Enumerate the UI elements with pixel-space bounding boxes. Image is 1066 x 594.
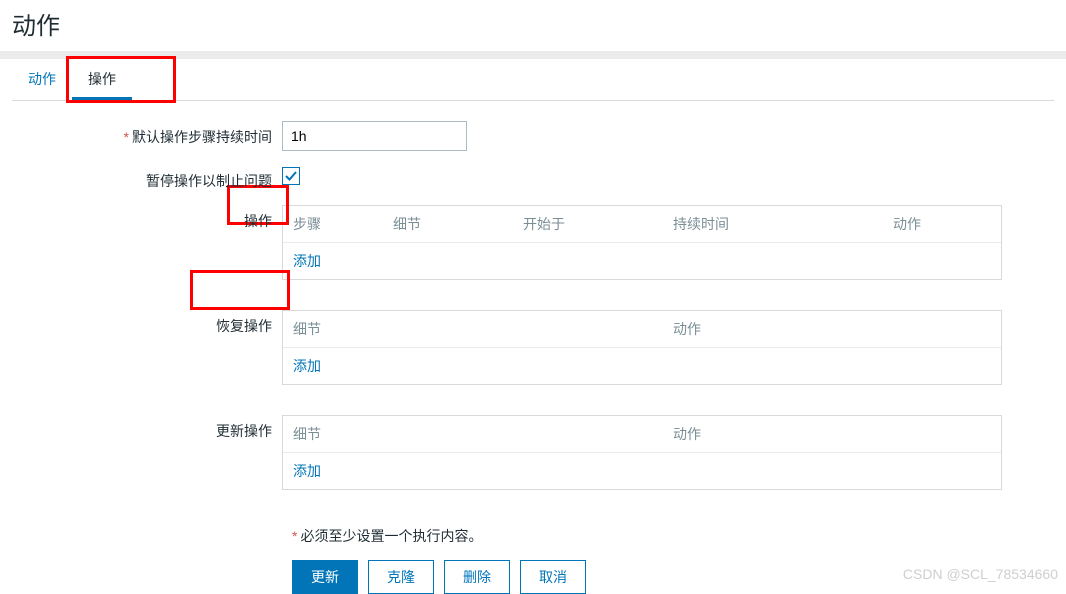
- delete-button[interactable]: 删除: [444, 560, 510, 594]
- update-table: 细节 动作 添加: [282, 415, 1002, 490]
- cancel-button[interactable]: 取消: [520, 560, 586, 594]
- recovery-th-action: 动作: [673, 319, 991, 339]
- ops-th-action: 动作: [893, 214, 991, 234]
- update-add-link[interactable]: 添加: [293, 463, 321, 479]
- ops-table: 步骤 细节 开始于 持续时间 动作 添加: [282, 205, 1002, 280]
- ops-th-step: 步骤: [293, 214, 393, 234]
- clone-button[interactable]: 克隆: [368, 560, 434, 594]
- recovery-th-detail: 细节: [293, 319, 673, 339]
- default-duration-input[interactable]: [282, 121, 467, 151]
- recovery-table: 细节 动作 添加: [282, 310, 1002, 385]
- watermark: CSDN @SCL_78534660: [903, 566, 1058, 582]
- separator-bar: [0, 51, 1066, 59]
- update-th-action: 动作: [673, 424, 991, 444]
- ops-th-start: 开始于: [523, 214, 673, 234]
- page-title: 动作: [0, 0, 1066, 51]
- recovery-label: 恢复操作: [12, 310, 282, 385]
- ops-th-detail: 细节: [393, 214, 523, 234]
- pause-label: 暂停操作以制止问题: [12, 165, 282, 191]
- ops-th-duration: 持续时间: [673, 214, 893, 234]
- default-duration-label: *默认操作步骤持续时间: [12, 121, 282, 147]
- ops-add-link[interactable]: 添加: [293, 253, 321, 269]
- pause-checkbox[interactable]: [282, 167, 300, 185]
- validation-message: *必须至少设置一个执行内容。: [292, 520, 1054, 546]
- recovery-add-link[interactable]: 添加: [293, 358, 321, 374]
- update-label: 更新操作: [12, 415, 282, 490]
- tabs: 动作 操作: [12, 59, 1054, 101]
- tab-action[interactable]: 动作: [12, 59, 72, 100]
- tab-operation[interactable]: 操作: [72, 59, 132, 100]
- update-th-detail: 细节: [293, 424, 673, 444]
- update-button[interactable]: 更新: [292, 560, 358, 594]
- ops-label: 操作: [12, 205, 282, 280]
